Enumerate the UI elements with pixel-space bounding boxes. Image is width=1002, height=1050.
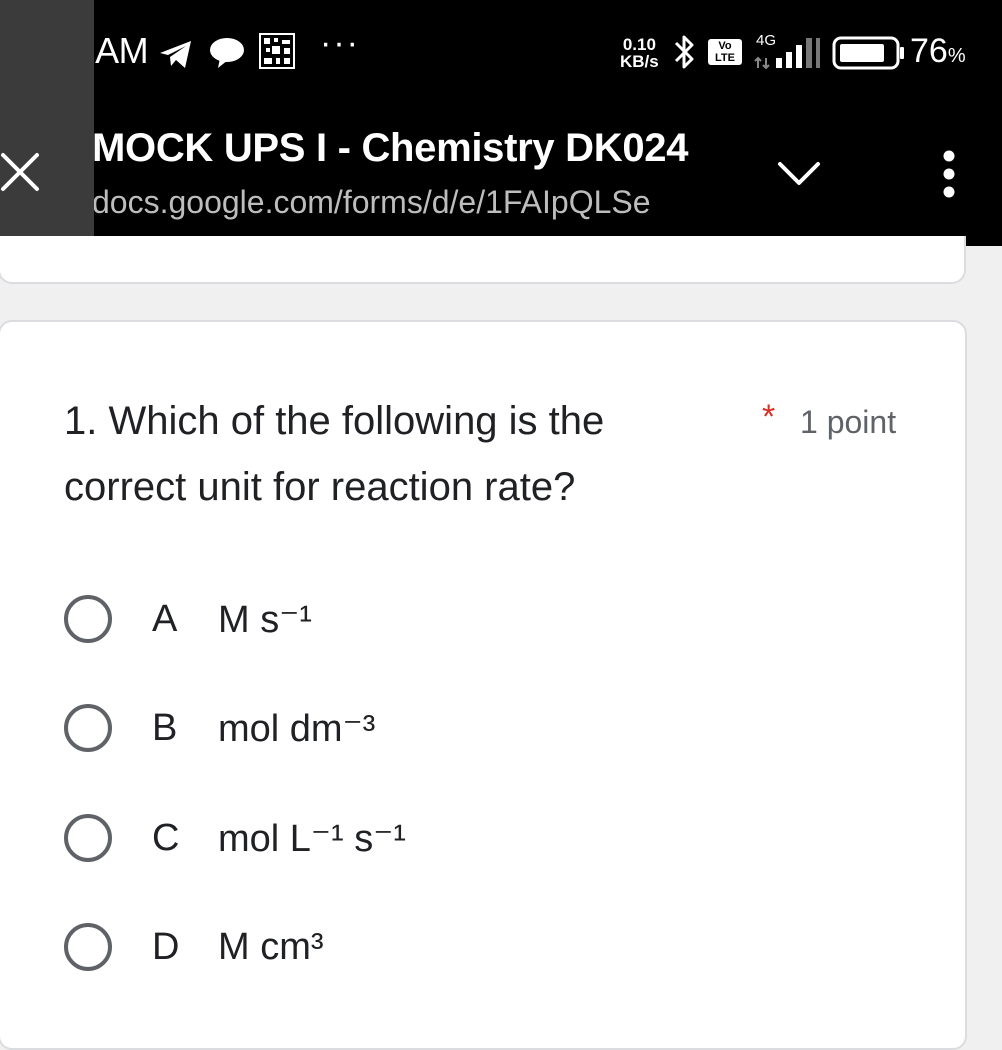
volte-top: Vo xyxy=(718,40,732,52)
option-text: M s⁻¹ xyxy=(218,598,312,641)
volte-badge: Vo LTE xyxy=(708,39,742,65)
required-mark: * xyxy=(762,398,776,436)
chevron-down-icon[interactable] xyxy=(776,158,822,188)
close-button-area[interactable] xyxy=(0,0,94,246)
option-c[interactable]: C mol L⁻¹ s⁻¹ xyxy=(64,810,406,866)
chat-bubble-icon xyxy=(210,38,244,68)
battery-percent: 76% xyxy=(910,32,966,71)
browser-toolbar: MOCK UPS I - Chemistry DK024 docs.google… xyxy=(0,108,1002,246)
previous-card xyxy=(0,236,966,284)
volte-bottom: LTE xyxy=(715,52,735,64)
battery-icon xyxy=(832,36,904,70)
radio-button[interactable] xyxy=(64,814,112,862)
option-letter: B xyxy=(152,706,178,749)
question-text: 1. Which of the following is the correct… xyxy=(64,399,605,509)
data-rate-unit: KB/s xyxy=(620,52,659,71)
battery-percent-sign: % xyxy=(947,45,966,67)
option-text: mol L⁻¹ s⁻¹ xyxy=(218,817,406,860)
radio-button[interactable] xyxy=(64,704,112,752)
page-url[interactable]: docs.google.com/forms/d/e/1FAIpQLSe xyxy=(92,184,718,221)
data-rate: 0.10 KB/s xyxy=(620,36,659,70)
option-letter: D xyxy=(152,925,180,968)
app-grid-icon xyxy=(259,33,295,69)
radio-button[interactable] xyxy=(64,923,112,971)
more-vert-icon[interactable] xyxy=(934,148,964,200)
option-text: mol dm⁻³ xyxy=(218,707,376,750)
status-bar: 10:13 AM ··· 0.10 KB/s Vo LTE 4G 76% xyxy=(0,0,1002,108)
battery-percent-value: 76 xyxy=(910,32,948,70)
signal-icon xyxy=(754,38,820,70)
question-points: 1 point xyxy=(800,404,897,440)
bluetooth-icon xyxy=(674,35,694,69)
telegram-icon xyxy=(160,41,191,68)
status-more: ··· xyxy=(320,24,360,62)
page-title: MOCK UPS I - Chemistry DK024 xyxy=(92,126,689,170)
option-letter: A xyxy=(152,597,178,640)
option-text: M cm³ xyxy=(218,925,324,968)
option-d[interactable]: D M cm³ xyxy=(64,919,324,975)
radio-button[interactable] xyxy=(64,595,112,643)
option-b[interactable]: B mol dm⁻³ xyxy=(64,700,375,756)
option-letter: C xyxy=(152,816,180,859)
data-rate-value: 0.10 xyxy=(622,35,656,54)
option-a[interactable]: A M s⁻¹ xyxy=(64,591,312,647)
close-icon[interactable] xyxy=(0,152,40,192)
